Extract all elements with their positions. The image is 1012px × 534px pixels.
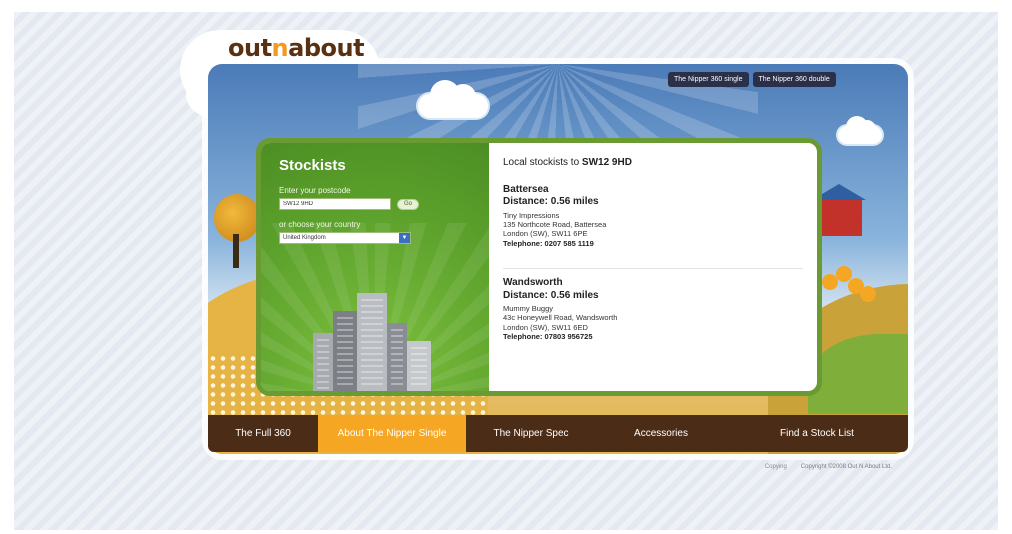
product-tabs: The Nipper 360 single The Nipper 360 dou…	[668, 72, 836, 87]
site-logo[interactable]: outnabout	[228, 34, 365, 68]
stockists-title: Stockists	[279, 157, 346, 174]
store-area: Battersea	[503, 183, 549, 195]
city-buildings-icon	[313, 293, 433, 391]
store-entry: Wandsworth Distance: 0.56 miles Mummy Bu…	[503, 268, 803, 352]
country-label: or choose your country	[279, 220, 361, 229]
footer-copying-link[interactable]: Copying	[765, 464, 787, 470]
postcode-row: Go	[279, 198, 471, 210]
store-telephone: Telephone: 0207 585 1119	[503, 238, 594, 248]
store-city: London (SW), SW11 6PE	[503, 229, 588, 239]
main-nav: The Full 360 About The Nipper Single The…	[208, 415, 908, 452]
footer-copyright: Copyright ©2008 Out N About Ltd.	[800, 464, 892, 470]
country-select[interactable]: United Kingdom ▼	[279, 232, 411, 244]
cloud-icon	[838, 116, 882, 144]
postcode-label: Enter your postcode	[279, 186, 351, 195]
nav-full-360[interactable]: The Full 360	[208, 415, 318, 452]
footer: Copying Copyright ©2008 Out N About Ltd.	[682, 464, 892, 470]
country-select-value: United Kingdom	[283, 235, 326, 241]
nav-about-nipper-single[interactable]: About The Nipper Single	[318, 415, 466, 452]
store-city: London (SW), SW11 6ED	[503, 322, 588, 332]
store-name: Tiny Impressions	[503, 210, 560, 220]
nav-accessories[interactable]: Accessories	[596, 415, 726, 452]
store-entry: Battersea Distance: 0.56 miles Tiny Impr…	[503, 184, 803, 259]
store-name: Mummy Buggy	[503, 304, 554, 313]
nav-nipper-spec[interactable]: The Nipper Spec	[466, 415, 596, 452]
barn-icon	[812, 184, 866, 236]
tab-nipper-double[interactable]: The Nipper 360 double	[752, 72, 836, 87]
cloud-icon	[418, 80, 488, 118]
postcode-input[interactable]	[279, 198, 391, 210]
tab-nipper-single[interactable]: The Nipper 360 single	[668, 72, 749, 87]
store-telephone: Telephone: 07803 956725	[503, 332, 593, 342]
store-distance: Distance: 0.56 miles	[503, 289, 599, 301]
store-address: 43c Honeywell Road, Wandsworth	[503, 313, 618, 323]
site-frame: The Nipper 360 single The Nipper 360 dou…	[208, 64, 908, 454]
stockists-panel: Stockists Enter your postcode Go or choo…	[256, 138, 822, 396]
results-heading: Local stockists to SW12 9HD	[503, 157, 632, 168]
nav-find-stock-list[interactable]: Find a Stock List	[726, 415, 908, 452]
sunflowers-icon	[822, 264, 878, 304]
store-area: Wandsworth	[503, 277, 563, 288]
chevron-down-icon[interactable]: ▼	[399, 233, 410, 243]
stockists-results: Local stockists to SW12 9HD Battersea Di…	[489, 143, 817, 391]
results-postcode: SW12 9HD	[581, 157, 632, 168]
store-distance: Distance: 0.56 miles	[503, 196, 599, 207]
stockists-search: Stockists Enter your postcode Go or choo…	[261, 143, 489, 391]
store-address: 135 Northcote Road, Battersea	[503, 219, 607, 229]
go-button[interactable]: Go	[397, 198, 419, 210]
